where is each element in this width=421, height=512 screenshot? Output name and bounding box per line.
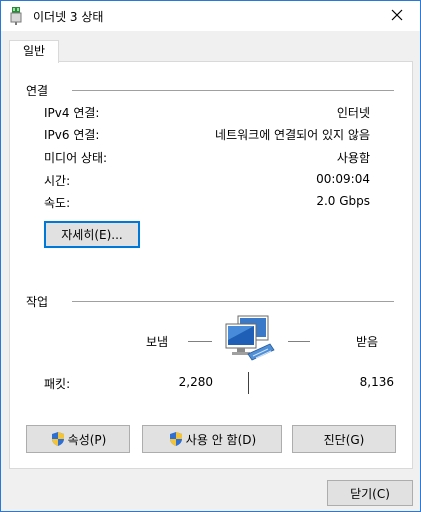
details-button[interactable]: 자세히(E)... bbox=[44, 221, 140, 248]
close-button[interactable]: 닫기(C) bbox=[327, 480, 413, 506]
packets-sent-value: 2,280 bbox=[178, 375, 213, 389]
connection-divider bbox=[72, 90, 394, 91]
ipv4-value: 인터넷 bbox=[336, 106, 370, 120]
tab-strip: 일반 bbox=[1, 31, 420, 63]
title-bar: 이더넷 3 상태 bbox=[1, 1, 420, 31]
tab-general[interactable]: 일반 bbox=[9, 40, 59, 63]
sent-label: 보냄 bbox=[146, 335, 169, 349]
duration-value: 00:09:04 bbox=[316, 172, 370, 186]
network-computers-icon bbox=[220, 314, 280, 364]
activity-group-label: 작업 bbox=[26, 295, 49, 309]
packets-label: 패킷: bbox=[44, 377, 71, 391]
diagnose-button[interactable]: 진단(G) bbox=[292, 425, 396, 453]
general-panel: 연결 IPv4 연결: 인터넷 IPv6 연결: 네트워크에 연결되어 있지 않… bbox=[9, 61, 413, 469]
ipv6-value: 네트워크에 연결되어 있지 않음 bbox=[215, 128, 370, 142]
received-line bbox=[288, 341, 310, 342]
status-dialog: 이더넷 3 상태 일반 연결 IPv4 연결: 인터넷 IPv6 연결: 네트워… bbox=[0, 0, 421, 512]
media-state-value: 사용함 bbox=[336, 151, 370, 165]
activity-divider bbox=[72, 301, 394, 302]
uac-shield-icon bbox=[168, 431, 184, 447]
sent-line bbox=[188, 341, 212, 342]
disable-label: 사용 안 함(D) bbox=[185, 432, 257, 447]
network-adapter-icon bbox=[9, 7, 23, 25]
speed-value: 2.0 Gbps bbox=[316, 194, 370, 208]
ipv6-label: IPv6 연결: bbox=[44, 128, 100, 142]
uac-shield-icon bbox=[50, 431, 66, 447]
properties-button[interactable]: 속성(P) bbox=[26, 425, 130, 453]
duration-label: 시간: bbox=[44, 174, 71, 188]
close-icon bbox=[391, 9, 403, 24]
ipv4-label: IPv4 연결: bbox=[44, 106, 100, 120]
media-state-label: 미디어 상태: bbox=[44, 151, 108, 165]
packets-received-value: 8,136 bbox=[359, 375, 394, 389]
received-label: 받음 bbox=[356, 335, 379, 349]
speed-label: 속도: bbox=[44, 196, 71, 210]
window-title: 이더넷 3 상태 bbox=[33, 10, 104, 24]
disable-button[interactable]: 사용 안 함(D) bbox=[142, 425, 282, 453]
close-window-button[interactable] bbox=[374, 1, 420, 31]
packets-divider bbox=[248, 372, 249, 394]
properties-label: 속성(P) bbox=[67, 432, 107, 447]
connection-group-label: 연결 bbox=[26, 84, 49, 98]
